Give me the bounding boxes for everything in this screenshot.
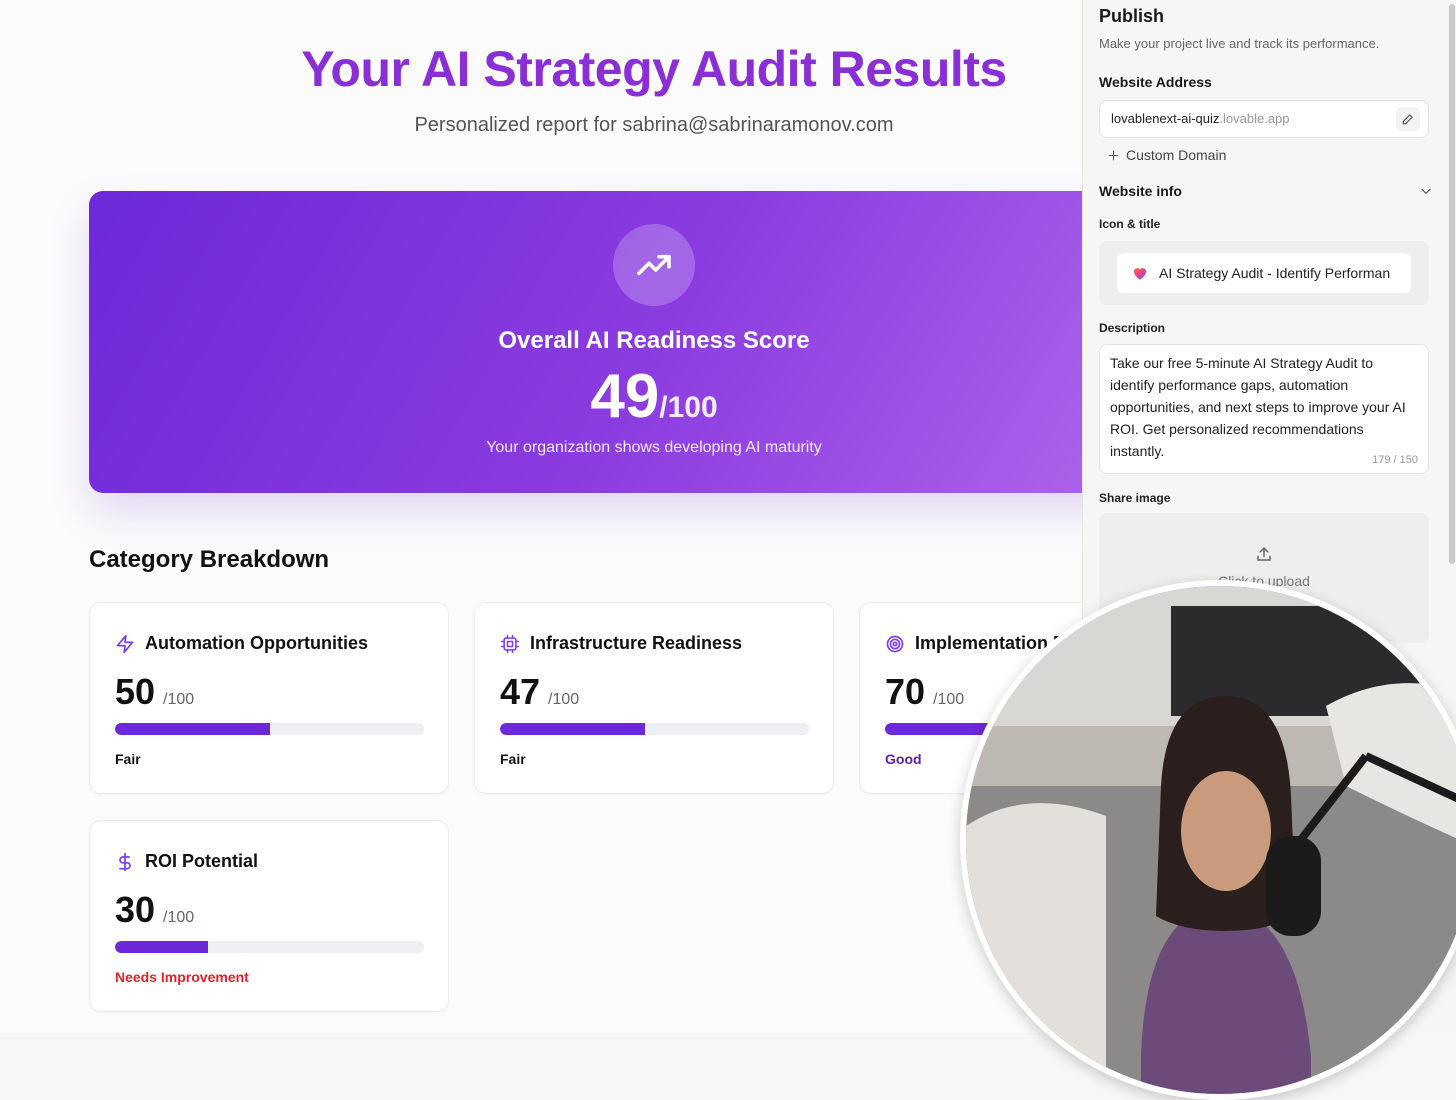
category-progress-bar	[115, 941, 424, 953]
target-icon	[885, 634, 905, 654]
panel-scrollbar[interactable]	[1449, 4, 1455, 564]
category-label: Automation Opportunities	[145, 633, 368, 653]
hero-description: Your organization shows developing AI ma…	[486, 439, 822, 456]
publish-title: Publish	[1099, 6, 1165, 26]
publish-subtitle: Make your project live and track its per…	[1099, 36, 1380, 51]
cpu-icon	[500, 634, 520, 654]
category-progress-fill	[500, 723, 646, 735]
category-progress-bar	[500, 723, 809, 735]
category-score-max: /100	[163, 909, 195, 926]
overall-score: 49/100	[89, 361, 1082, 432]
category-label: Infrastructure Readiness	[530, 633, 743, 653]
category-score: 50	[115, 671, 156, 712]
category-progress-bar	[115, 723, 424, 735]
edit-address-button[interactable]	[1396, 107, 1420, 131]
category-breakdown-title: Category Breakdown	[89, 546, 330, 573]
website-address-field[interactable]: lovablenext-ai-quiz.lovable.app	[1099, 100, 1429, 138]
overall-score-max: /100	[659, 391, 718, 424]
category-score-max: /100	[163, 691, 195, 708]
category-score-max: /100	[548, 691, 580, 708]
share-image-label: Share image	[1099, 491, 1171, 505]
category-status: Fair	[500, 751, 526, 767]
address-subdomain: lovablenext-ai-quiz	[1111, 111, 1220, 126]
page-title: Your AI Strategy Audit Results	[301, 41, 1007, 97]
chevron-down-icon[interactable]	[1419, 184, 1433, 198]
audit-results-page: Your AI Strategy Audit Results Personali…	[0, 0, 1082, 1033]
category-card-roi: ROI Potential 30/100 Needs Improvement	[89, 820, 449, 1012]
category-score: 30	[115, 889, 156, 930]
description-label: Description	[1099, 321, 1166, 335]
page-subtitle: Personalized report for sabrina@sabrinar…	[414, 114, 894, 136]
hero-title: Overall AI Readiness Score	[498, 327, 810, 354]
category-score: 70	[885, 671, 926, 712]
trending-up-icon	[613, 224, 695, 306]
category-status: Good	[885, 751, 922, 767]
address-domain: .lovable.app	[1219, 111, 1290, 126]
category-progress-fill	[115, 941, 208, 953]
category-card-automation: Automation Opportunities 50/100 Fair	[89, 602, 449, 794]
site-title-value: AI Strategy Audit - Identify Performan	[1159, 265, 1391, 281]
custom-domain-label: Custom Domain	[1126, 147, 1227, 163]
heart-logo-icon	[1134, 268, 1146, 280]
description-textarea[interactable]: Take our free 5-minute AI Strategy Audit…	[1099, 344, 1429, 474]
upload-icon	[1257, 546, 1271, 561]
category-score-max: /100	[933, 691, 965, 708]
description-char-count: 179 / 150	[1372, 454, 1418, 466]
category-card-infrastructure: Infrastructure Readiness 47/100 Fair	[474, 602, 834, 794]
overall-score-card: Overall AI Readiness Score 49/100 Your o…	[89, 191, 1082, 493]
dollar-icon	[115, 852, 135, 872]
webcam-overlay	[960, 580, 1456, 1100]
overall-score-value: 49	[590, 362, 660, 431]
website-address-label: Website Address	[1099, 74, 1212, 90]
icon-title-field[interactable]: AI Strategy Audit - Identify Performan	[1099, 241, 1429, 305]
description-value: Take our free 5-minute AI Strategy Audit…	[1110, 355, 1406, 459]
website-info-toggle[interactable]: Website info	[1099, 183, 1182, 199]
zap-icon	[115, 634, 135, 654]
category-progress-fill	[115, 723, 270, 735]
category-score: 47	[500, 671, 541, 712]
category-status: Needs Improvement	[115, 969, 249, 985]
icon-title-label: Icon & title	[1099, 217, 1161, 231]
category-status: Fair	[115, 751, 141, 767]
plus-icon	[1108, 150, 1119, 160]
pencil-icon	[1402, 114, 1413, 125]
webcam-video-image	[966, 586, 1456, 1094]
custom-domain-button[interactable]: Custom Domain	[1107, 147, 1226, 163]
category-label: ROI Potential	[145, 851, 259, 871]
